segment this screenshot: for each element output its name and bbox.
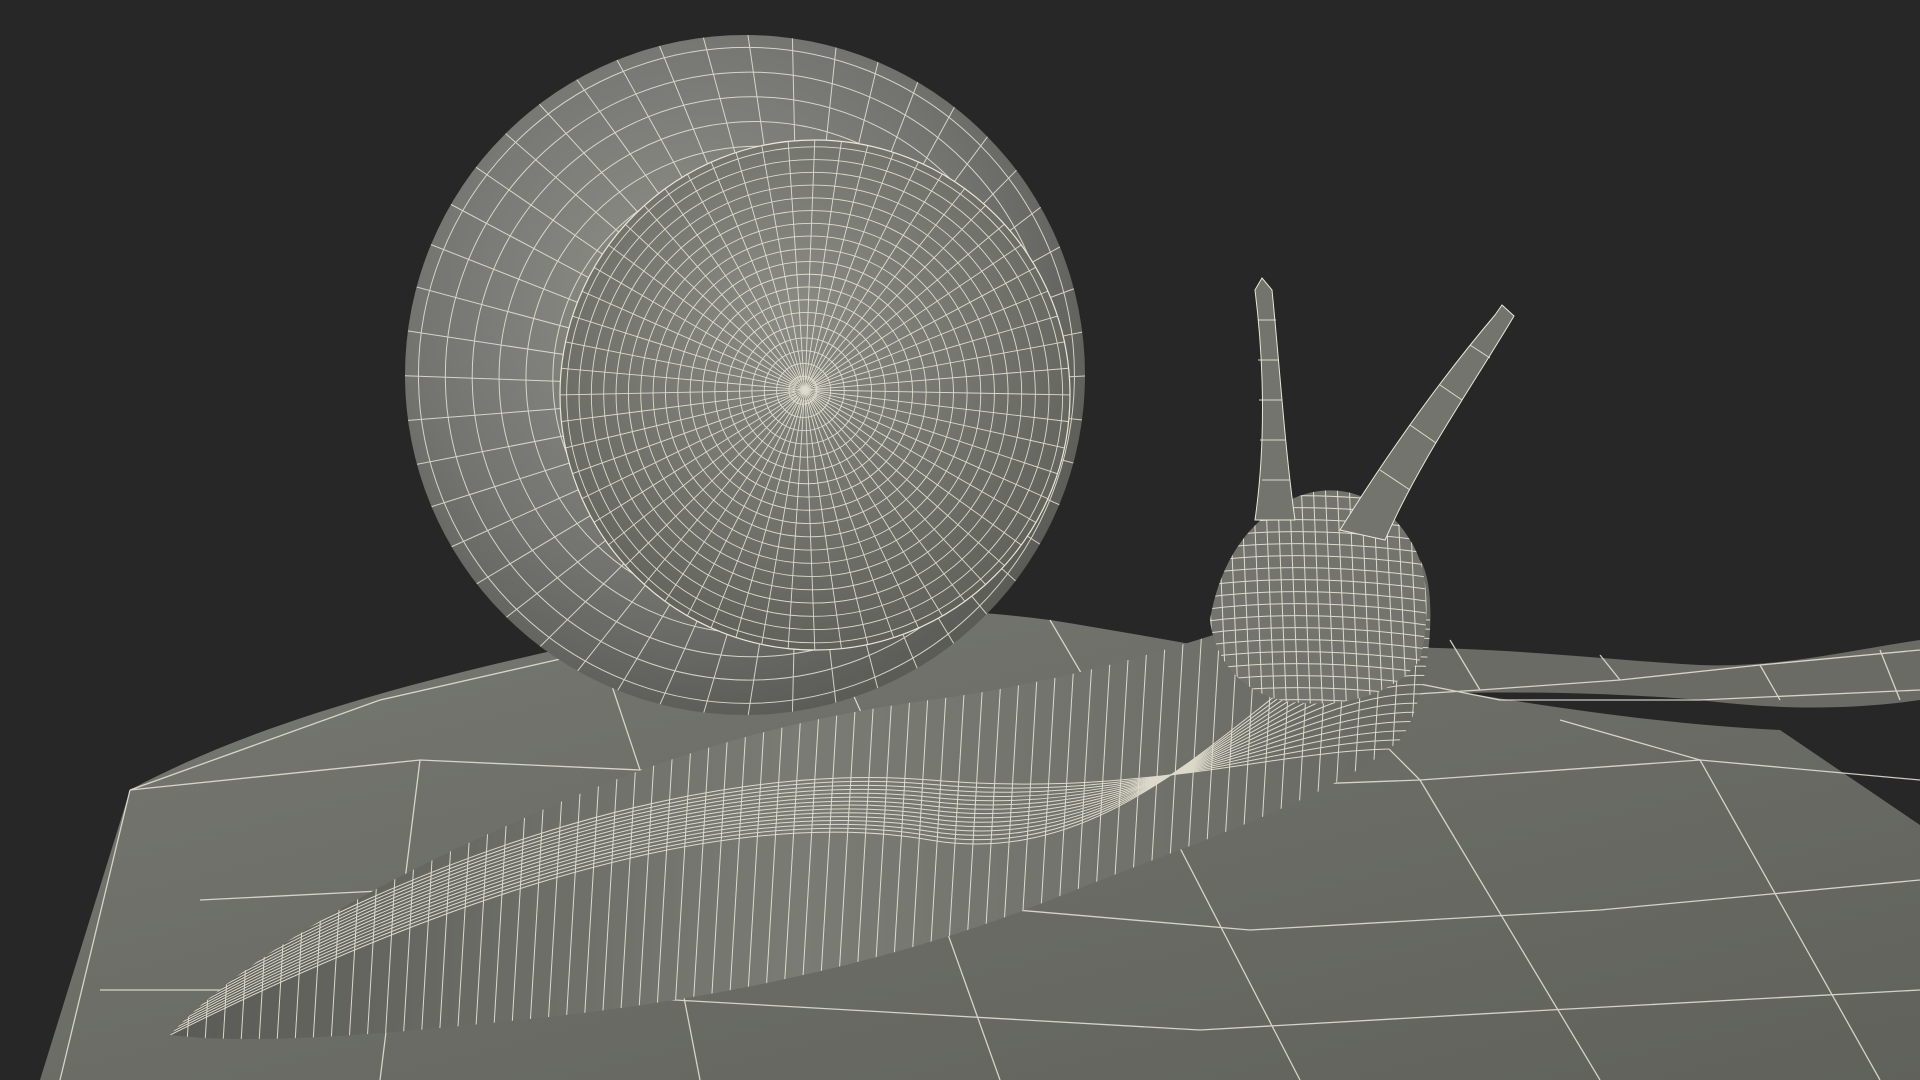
render-viewport bbox=[0, 0, 1920, 1080]
snail-wireframe-scene bbox=[40, 35, 1920, 1080]
right-tentacle bbox=[1339, 304, 1515, 541]
left-tentacle bbox=[1254, 277, 1296, 521]
